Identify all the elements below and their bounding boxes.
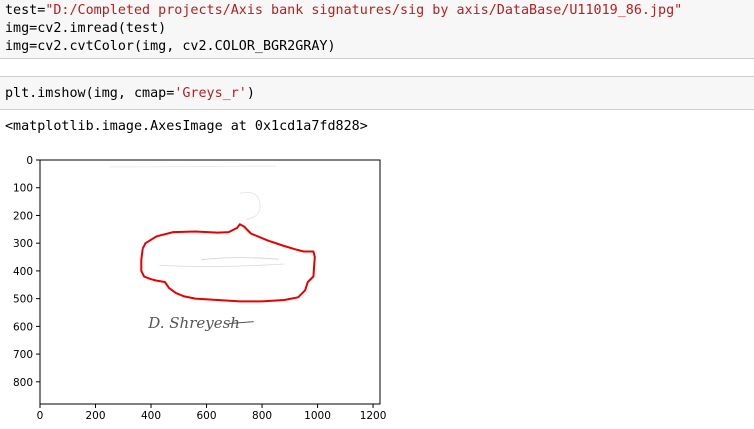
code-token: img=cv2.imread(test) bbox=[5, 21, 167, 36]
y-tick-label: 600 bbox=[13, 321, 33, 333]
y-tick-label: 400 bbox=[13, 266, 33, 278]
code-cell-1[interactable]: test="D:/Completed projects/Axis bank si… bbox=[0, 0, 754, 59]
plot-axes-frame bbox=[39, 159, 381, 405]
code-line: test="D:/Completed projects/Axis bank si… bbox=[5, 2, 682, 20]
x-tick-label: 0 bbox=[37, 410, 44, 422]
x-tick-label: 600 bbox=[197, 410, 217, 422]
signature-text: D. Shreyesh bbox=[147, 314, 240, 332]
code-cell-2[interactable]: plt.imshow(img, cmap='Greys_r') bbox=[0, 76, 754, 110]
y-tick-label: 300 bbox=[13, 238, 33, 250]
code-line: img=cv2.imread(test) bbox=[5, 20, 166, 38]
code-line: img=cv2.cvtColor(img, cv2.COLOR_BGR2GRAY… bbox=[5, 38, 336, 56]
x-tick-label: 1000 bbox=[304, 410, 331, 422]
y-tick-label: 100 bbox=[13, 183, 33, 195]
y-tick-label: 200 bbox=[13, 210, 33, 222]
string-literal: "D:/Completed projects/Axis bank signatu… bbox=[45, 3, 683, 18]
code-token: ) bbox=[246, 86, 255, 101]
x-tick-label: 200 bbox=[85, 410, 105, 422]
code-line: plt.imshow(img, cmap='Greys_r') bbox=[5, 85, 255, 103]
string-literal: 'Greys_r' bbox=[174, 86, 247, 101]
x-tick-label: 800 bbox=[252, 410, 272, 422]
y-tick-label: 800 bbox=[13, 377, 33, 389]
y-tick-label: 500 bbox=[13, 294, 33, 306]
code-token: test= bbox=[5, 3, 46, 18]
cell-output-text: <matplotlib.image.AxesImage at 0x1cd1a7f… bbox=[5, 119, 368, 134]
imshow-plot: D. Shreyesh 0 200 400 600 800 1000 1200 0 100 200 3… bbox=[13, 155, 387, 422]
code-token: img=cv2.cvtColor(img, cv2.COLOR_BGR2GRAY… bbox=[5, 39, 336, 54]
x-tick-label: 400 bbox=[141, 410, 161, 422]
code-token: plt.imshow(img, cmap= bbox=[5, 86, 175, 101]
x-tick-label: 1200 bbox=[360, 410, 387, 422]
y-tick-label: 0 bbox=[26, 155, 33, 167]
y-tick-label: 700 bbox=[13, 349, 33, 361]
